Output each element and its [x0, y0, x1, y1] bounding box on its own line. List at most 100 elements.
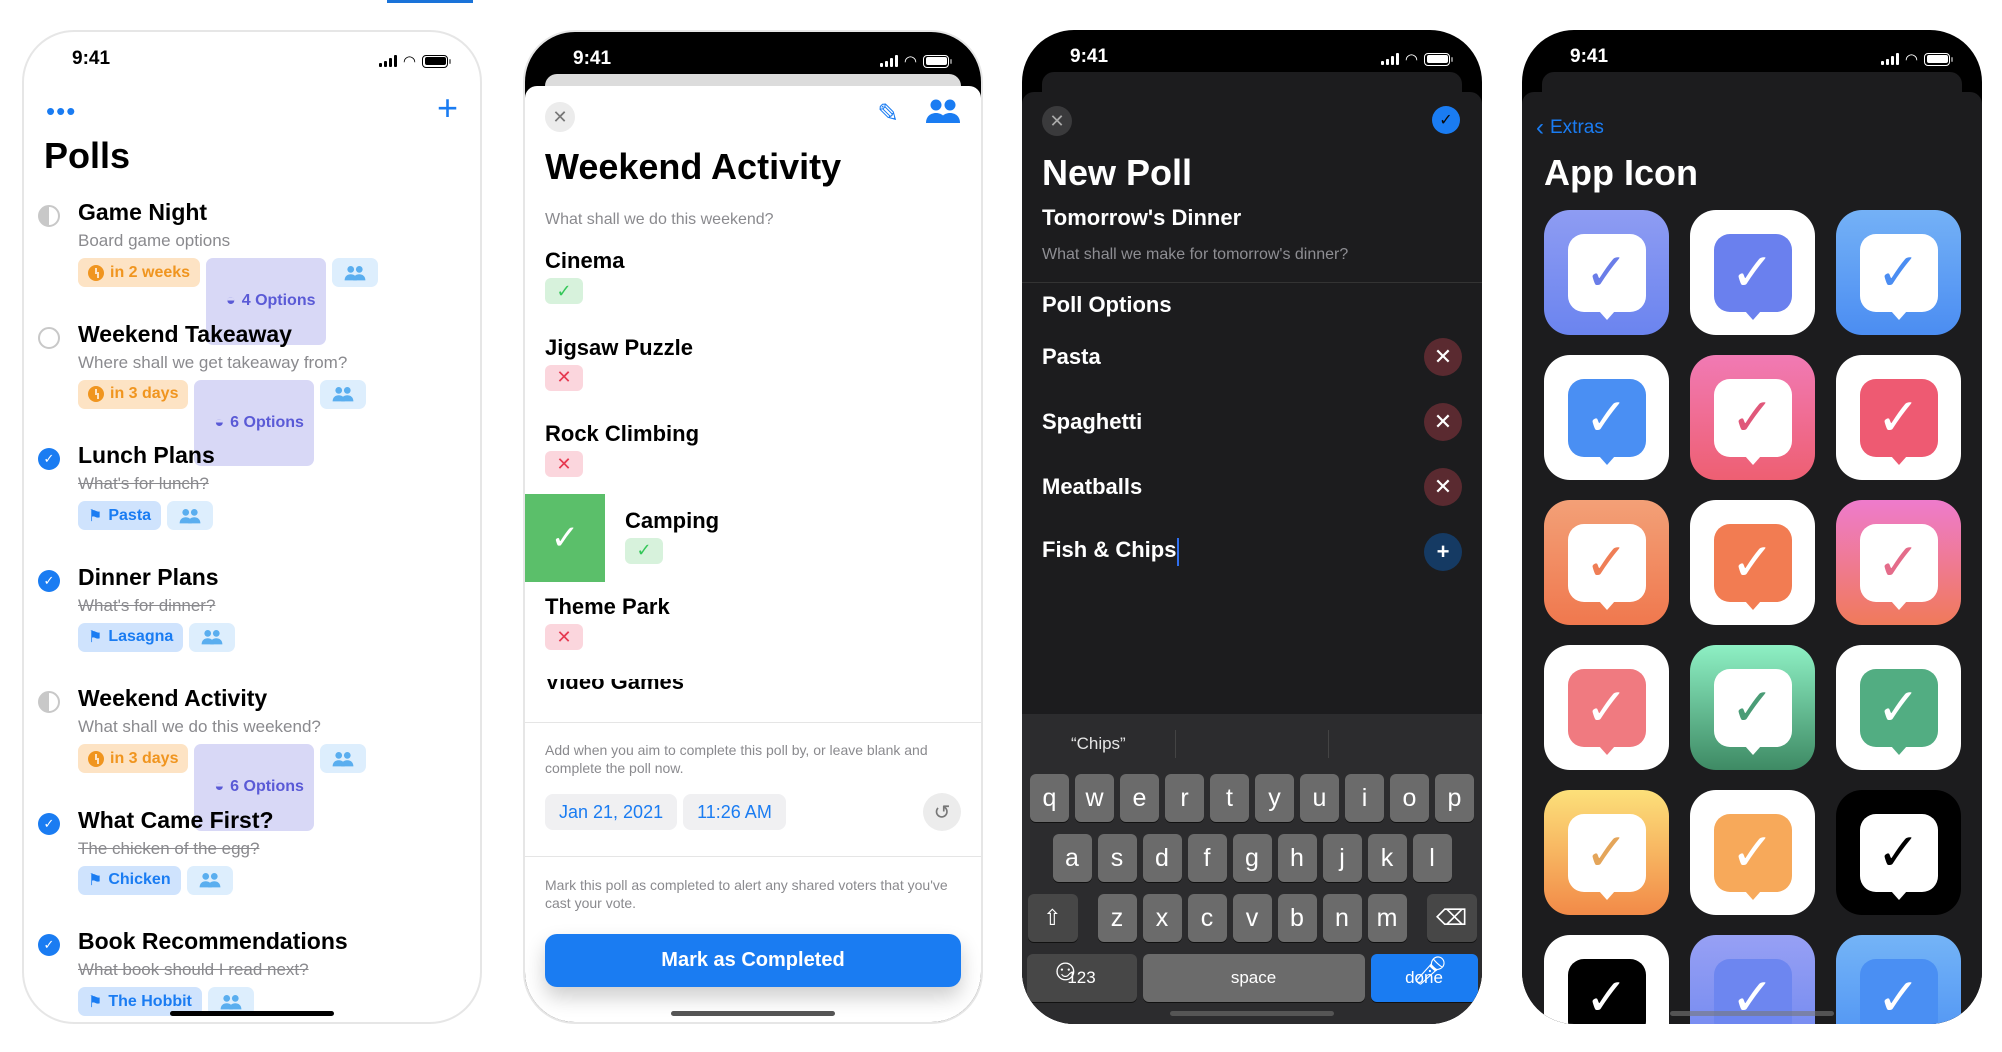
letter-key[interactable]: t: [1210, 774, 1249, 822]
vote-yes-icon[interactable]: ✓: [625, 537, 663, 564]
vote-no-icon[interactable]: ✕: [545, 364, 583, 391]
letter-key[interactable]: r: [1165, 774, 1204, 822]
completed-check-icon[interactable]: ✓: [38, 812, 60, 835]
letter-key[interactable]: d: [1142, 834, 1182, 882]
option-field[interactable]: Pasta: [1042, 344, 1101, 370]
letter-key[interactable]: s: [1097, 834, 1137, 882]
letter-key[interactable]: b: [1277, 894, 1317, 942]
add-poll-button[interactable]: +: [437, 90, 458, 126]
option-field[interactable]: Meatballs: [1042, 474, 1142, 500]
vote-no-icon[interactable]: ✕: [545, 451, 583, 477]
app-icon-option[interactable]: ✓: [1836, 645, 1961, 770]
microphone-icon[interactable]: 🎤︎: [1412, 954, 1448, 987]
letter-key[interactable]: u: [1300, 774, 1339, 822]
poll-option-row[interactable]: Video Games: [525, 679, 981, 699]
poll-option-row[interactable]: Jigsaw Puzzle ✕: [525, 333, 981, 420]
app-icon-option[interactable]: ✓: [1690, 210, 1815, 335]
back-button[interactable]: ‹ Extras: [1536, 116, 1604, 140]
partial-progress-icon[interactable]: [38, 691, 60, 713]
poll-list-item[interactable]: ✓ Dinner Plans What's for dinner? ⚑ Lasag…: [38, 562, 470, 684]
option-field[interactable]: Spaghetti: [1042, 409, 1142, 435]
app-icon-option[interactable]: ✓: [1836, 935, 1961, 1024]
save-checkmark-button[interactable]: ✓: [1432, 106, 1460, 134]
letter-key[interactable]: y: [1255, 774, 1294, 822]
open-circle-icon[interactable]: [38, 326, 60, 349]
app-icon-option[interactable]: ✓: [1544, 500, 1669, 625]
app-icon-option[interactable]: ✓: [1690, 790, 1815, 915]
letter-key[interactable]: c: [1187, 894, 1227, 942]
letter-key[interactable]: w: [1075, 774, 1114, 822]
app-icon-option[interactable]: ✓: [1836, 210, 1961, 335]
letter-key[interactable]: x: [1142, 894, 1182, 942]
letter-key[interactable]: g: [1232, 834, 1272, 882]
new-option-input[interactable]: Fish & Chips: [1042, 537, 1180, 566]
app-icon-option[interactable]: ✓: [1836, 790, 1961, 915]
completed-check-icon[interactable]: ✓: [38, 448, 60, 470]
poll-list-item[interactable]: Weekend Activity What shall we do this w…: [38, 683, 470, 831]
letter-key[interactable]: o: [1390, 774, 1429, 822]
shift-key[interactable]: ⇧: [1027, 894, 1078, 942]
add-option-button[interactable]: +: [1424, 532, 1462, 571]
remove-option-button[interactable]: ✕: [1424, 467, 1462, 506]
poll-option-row[interactable]: Cinema ✓: [525, 246, 981, 333]
suggestion-item[interactable]: “Chips”: [1022, 730, 1176, 758]
remove-option-button[interactable]: ✕: [1424, 402, 1462, 441]
poll-option-row[interactable]: ✓ Camping ✓: [525, 493, 981, 593]
suggestion-item[interactable]: [1176, 730, 1330, 758]
letter-key[interactable]: k: [1367, 834, 1407, 882]
date-picker[interactable]: Jan 21, 2021: [545, 794, 678, 830]
app-icon-option[interactable]: ✓: [1836, 500, 1961, 625]
letter-key[interactable]: j: [1322, 834, 1362, 882]
suggestion-item[interactable]: [1329, 730, 1482, 758]
edit-pencil-icon[interactable]: ✎: [877, 98, 899, 129]
app-icon-option[interactable]: ✓: [1544, 355, 1669, 480]
history-clock-icon[interactable]: ↺: [923, 793, 961, 831]
letter-key[interactable]: l: [1412, 834, 1452, 882]
letter-key[interactable]: h: [1277, 834, 1317, 882]
letter-key[interactable]: z: [1097, 894, 1137, 942]
letter-key[interactable]: n: [1322, 894, 1362, 942]
letter-key[interactable]: v: [1232, 894, 1272, 942]
time-picker[interactable]: 11:26 AM: [683, 794, 786, 830]
poll-list-item[interactable]: Weekend Takeaway Where shall we get take…: [38, 319, 470, 466]
app-icon-option[interactable]: ✓: [1690, 500, 1815, 625]
mark-as-completed-button[interactable]: Mark as Completed: [545, 934, 961, 987]
shared-voters-icon[interactable]: [925, 98, 961, 129]
letter-key[interactable]: m: [1367, 894, 1407, 942]
letter-key[interactable]: f: [1187, 834, 1227, 882]
poll-list-item[interactable]: ✓ What Came First? The chicken of the eg…: [38, 805, 470, 927]
app-icon-option[interactable]: ✓: [1544, 935, 1669, 1024]
poll-title-field[interactable]: Tomorrow's Dinner: [1042, 205, 1241, 231]
app-icon-option[interactable]: ✓: [1544, 790, 1669, 915]
partial-progress-icon[interactable]: [38, 205, 60, 227]
swipe-vote-yes-action[interactable]: ✓: [525, 493, 605, 582]
poll-option-row[interactable]: Theme Park ✕: [525, 592, 981, 679]
more-options-button[interactable]: •••: [46, 98, 76, 124]
poll-list-item[interactable]: ✓ Lunch Plans What's for lunch? ⚑ Pasta: [38, 440, 470, 562]
letter-key[interactable]: e: [1120, 774, 1159, 822]
app-icon-option[interactable]: ✓: [1544, 210, 1669, 335]
letter-key[interactable]: a: [1052, 834, 1092, 882]
vote-no-icon[interactable]: ✕: [545, 624, 583, 650]
poll-options-header: Poll Options: [1042, 292, 1172, 317]
completed-check-icon[interactable]: ✓: [38, 934, 60, 956]
remove-option-button[interactable]: ✕: [1424, 337, 1462, 376]
poll-list-item[interactable]: Game Night Board game options in 2 weeks…: [38, 197, 470, 345]
app-icon-option[interactable]: ✓: [1690, 645, 1815, 770]
app-icon-option[interactable]: ✓: [1544, 645, 1669, 770]
close-button[interactable]: ✕: [545, 102, 575, 132]
app-icon-option[interactable]: ✓: [1690, 355, 1815, 480]
completed-check-icon[interactable]: ✓: [38, 569, 60, 592]
letter-key[interactable]: q: [1030, 774, 1069, 822]
app-icon-option[interactable]: ✓: [1836, 355, 1961, 480]
poll-options-editor: Pasta ✕ Spaghetti ✕ Meatballs ✕ Fish & Chips +: [1022, 324, 1482, 584]
backspace-key[interactable]: ⌫: [1426, 894, 1477, 942]
poll-description-field[interactable]: What shall we make for tomorrow's dinner…: [1042, 246, 1348, 264]
people-icon: [344, 265, 365, 280]
letter-key[interactable]: i: [1345, 774, 1384, 822]
emoji-icon[interactable]: ☺: [1050, 954, 1081, 988]
vote-yes-icon[interactable]: ✓: [545, 278, 583, 304]
letter-key[interactable]: p: [1435, 774, 1474, 822]
close-button[interactable]: ✕: [1042, 106, 1072, 136]
poll-list-item[interactable]: ✓ Book Recommendations What book should …: [38, 926, 470, 1022]
